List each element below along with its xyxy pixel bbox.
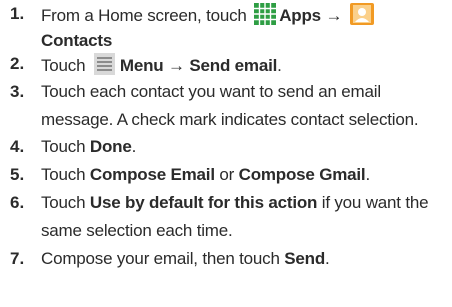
step-text: Compose your email, then touch Send.	[41, 248, 450, 269]
compose-email-label: Compose Email	[89, 165, 215, 184]
step-number: 4.	[10, 137, 25, 156]
step-text-pre: Touch	[41, 165, 86, 184]
step-text: Touch Menu → Send email.	[41, 53, 450, 80]
apps-label: Apps	[279, 6, 321, 25]
step-text-post: .	[277, 56, 282, 75]
step-text: Touch Done.	[41, 136, 450, 157]
use-by-default-label: Use by default for this action	[89, 193, 318, 212]
step-number: 5.	[10, 165, 25, 184]
done-label: Done	[89, 137, 132, 156]
step-text-pre: Touch	[41, 193, 86, 212]
step-number: 1.	[10, 4, 25, 23]
step-text-pre: From a Home screen, touch	[41, 6, 247, 25]
apps-grid-icon	[254, 3, 277, 30]
arrow: →	[168, 56, 185, 75]
step-number: 6.	[10, 193, 25, 212]
send-email-label: Send email	[189, 56, 278, 75]
contacts-app-icon	[349, 3, 374, 30]
step-text-pre: Touch	[41, 56, 86, 75]
step-number: 7.	[10, 249, 25, 268]
step-text: Touch each contact you want to send an e…	[41, 81, 450, 130]
step-text-line2: message. A check mark indicates contact …	[41, 110, 419, 129]
step-text-line2: same selection each time.	[41, 221, 233, 240]
step-text: Touch Compose Email or Compose Gmail.	[41, 164, 450, 185]
menu-label: Menu	[119, 56, 164, 75]
arrow: →	[325, 6, 343, 25]
step-text-post: if you want the	[321, 193, 429, 212]
step-text: Touch Use by default for this action if …	[41, 192, 450, 241]
send-label: Send	[284, 249, 326, 268]
step-text-post: .	[365, 165, 370, 184]
step-text-post: .	[325, 249, 330, 268]
instruction-list: 1. From a Home screen, touch Apps → Cont…	[0, 0, 452, 307]
step-text-post: .	[131, 137, 137, 156]
contacts-label: Contacts	[41, 31, 113, 50]
step-text-pre: Touch	[41, 137, 86, 156]
step-number: 2.	[10, 54, 25, 73]
step-text: From a Home screen, touch Apps → Contact…	[41, 3, 450, 51]
step-text-pre: Compose your email, then touch	[41, 249, 280, 268]
menu-icon	[93, 53, 117, 80]
step-text-mid: or	[219, 165, 235, 184]
step-number: 3.	[10, 82, 25, 101]
step-text-line1: Touch each contact you want to send an e…	[41, 82, 381, 101]
compose-gmail-label: Compose Gmail	[238, 165, 366, 184]
